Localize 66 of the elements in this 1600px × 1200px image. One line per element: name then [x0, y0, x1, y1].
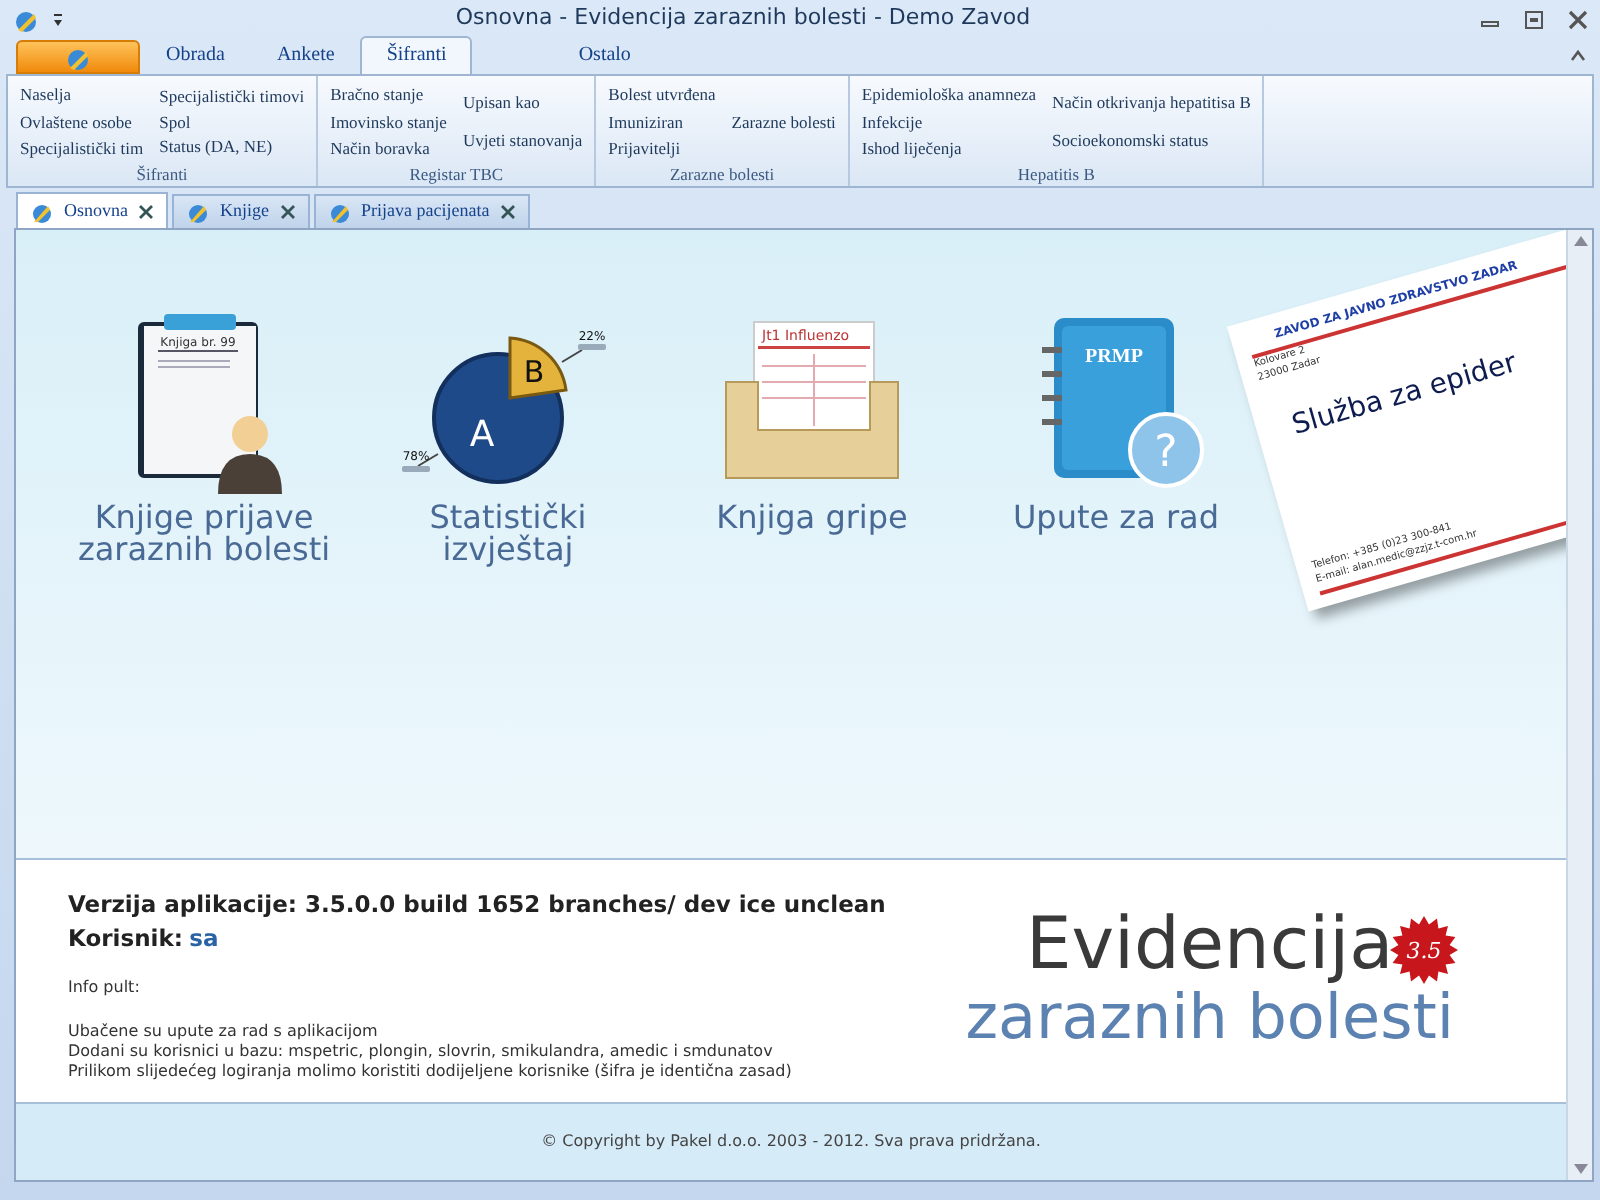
ribbon-group-label: Registar TBC	[407, 164, 506, 186]
version-seal: 3.5	[1389, 916, 1458, 984]
window-title: Osnovna - Evidencija zaraznih bolesti - Demo Zavod	[453, 2, 1033, 35]
icon-caption: ?	[1154, 428, 1178, 478]
version-text: Verzija aplikacije: 3.5.0.0 build 1652 branches/ dev ice unclean	[68, 888, 886, 922]
dropdown-icon[interactable]	[50, 9, 66, 30]
book-icon	[1039, 318, 1204, 488]
ribbon-item[interactable]: Status (DA, NE)	[159, 136, 305, 159]
info-line: Prilikom slijedećeg logiranja molimo koristiti dodijeljene korisnike (šifra je identična zasad)	[68, 1061, 794, 1081]
ribbon-item[interactable]: Epidemiološka anamneza	[861, 84, 1037, 107]
ribbon-item[interactable]: Način boravka	[330, 138, 447, 160]
user-name: sa	[189, 924, 219, 953]
scrollbar[interactable]	[1566, 230, 1592, 1180]
tab-icon	[327, 200, 351, 224]
tile-title[interactable]: Knjiga gripe	[716, 502, 908, 534]
close-icon[interactable]	[279, 204, 295, 220]
ribbon-item[interactable]: Naselja	[20, 84, 144, 107]
info-line: Dodani su korisnici u bazu: mspetric, plongin, slovrin, smikulandra, amedic i smdunatov	[68, 1041, 775, 1061]
info-line: Ubačene su upute za rad s aplikacijom	[68, 1021, 380, 1041]
user-label: Korisnik:	[68, 924, 183, 953]
copyright-text: © Copyright by Pakel d.o.o. 2003 - 2012. Sva prava pridržana.	[16, 1102, 1566, 1180]
tab-icon	[30, 199, 54, 223]
ribbon-group-label: Zarazne bolesti	[667, 164, 777, 186]
ribbon-group-label: Šifranti	[134, 164, 190, 186]
ribbon-item[interactable]: Specijalistički tim	[20, 138, 144, 160]
ribbon-item[interactable]: Ovlaštene osobe	[20, 111, 144, 134]
ribbon-tab[interactable]: Obrada	[140, 36, 251, 75]
close-icon[interactable]	[499, 204, 516, 220]
maximize-icon[interactable]	[1524, 9, 1544, 30]
logo-subtitle: zaraznih bolesti	[965, 984, 1454, 1052]
ribbon-item[interactable]: Imovinsko stanje	[330, 111, 447, 134]
ribbon-item[interactable]: Specijalistički timovi	[159, 86, 305, 109]
icon-caption: B	[523, 354, 545, 390]
ribbon-item[interactable]: Uvjeti stanovanja	[462, 130, 583, 153]
tab-icon	[186, 200, 210, 224]
info-heading: Info pult:	[68, 977, 142, 997]
ribbon-item[interactable]: Socioekonomski status	[1052, 130, 1251, 153]
ribbon-item[interactable]: Ishod liječenja	[861, 138, 1037, 160]
document-tab[interactable]: Osnovna	[16, 192, 168, 228]
ribbon-item[interactable]: Imuniziran	[608, 111, 716, 134]
close-icon[interactable]	[1568, 9, 1588, 30]
tile-title[interactable]: Upute za rad	[1012, 502, 1220, 534]
ribbon-item[interactable]: Spol	[159, 111, 305, 134]
ribbon-item[interactable]: Infekcije	[861, 111, 1037, 134]
icon-caption: A	[469, 414, 495, 456]
scroll-up-icon[interactable]	[1573, 236, 1587, 246]
close-icon[interactable]	[138, 203, 154, 219]
tile-title[interactable]: Knjige prijave zaraznih bolesti	[77, 502, 331, 566]
icon-caption: PRMP	[1085, 346, 1143, 368]
logo-title: Evidencija	[1025, 908, 1394, 984]
tile-title[interactable]: Statistički izvještaj	[429, 502, 587, 566]
ribbon-tab[interactable]: Ostalo	[552, 36, 657, 75]
ribbon-item[interactable]: Upisan kao	[462, 92, 583, 115]
document-tab[interactable]: Knjige	[172, 194, 309, 228]
scroll-down-icon[interactable]	[1573, 1164, 1587, 1174]
ribbon-item[interactable]: Način otkrivanja hepatitisa B	[1052, 92, 1251, 115]
ribbon-item[interactable]: Prijavitelji	[608, 138, 716, 160]
ribbon-item[interactable]: Zarazne bolesti	[731, 111, 836, 134]
ribbon-group-label: Hepatitis B	[1015, 164, 1097, 186]
ribbon-tab[interactable]: Ankete	[250, 36, 361, 75]
document-tab[interactable]: Prijava pacijenata	[313, 194, 530, 228]
ribbon-item[interactable]: Bolest utvrđena	[608, 84, 716, 107]
file-box-icon	[725, 321, 899, 479]
clipboard-icon	[138, 314, 282, 494]
ribbon-tab[interactable]: Šifranti	[360, 36, 473, 75]
ribbon-item[interactable]: Bračno stanje	[330, 84, 447, 107]
